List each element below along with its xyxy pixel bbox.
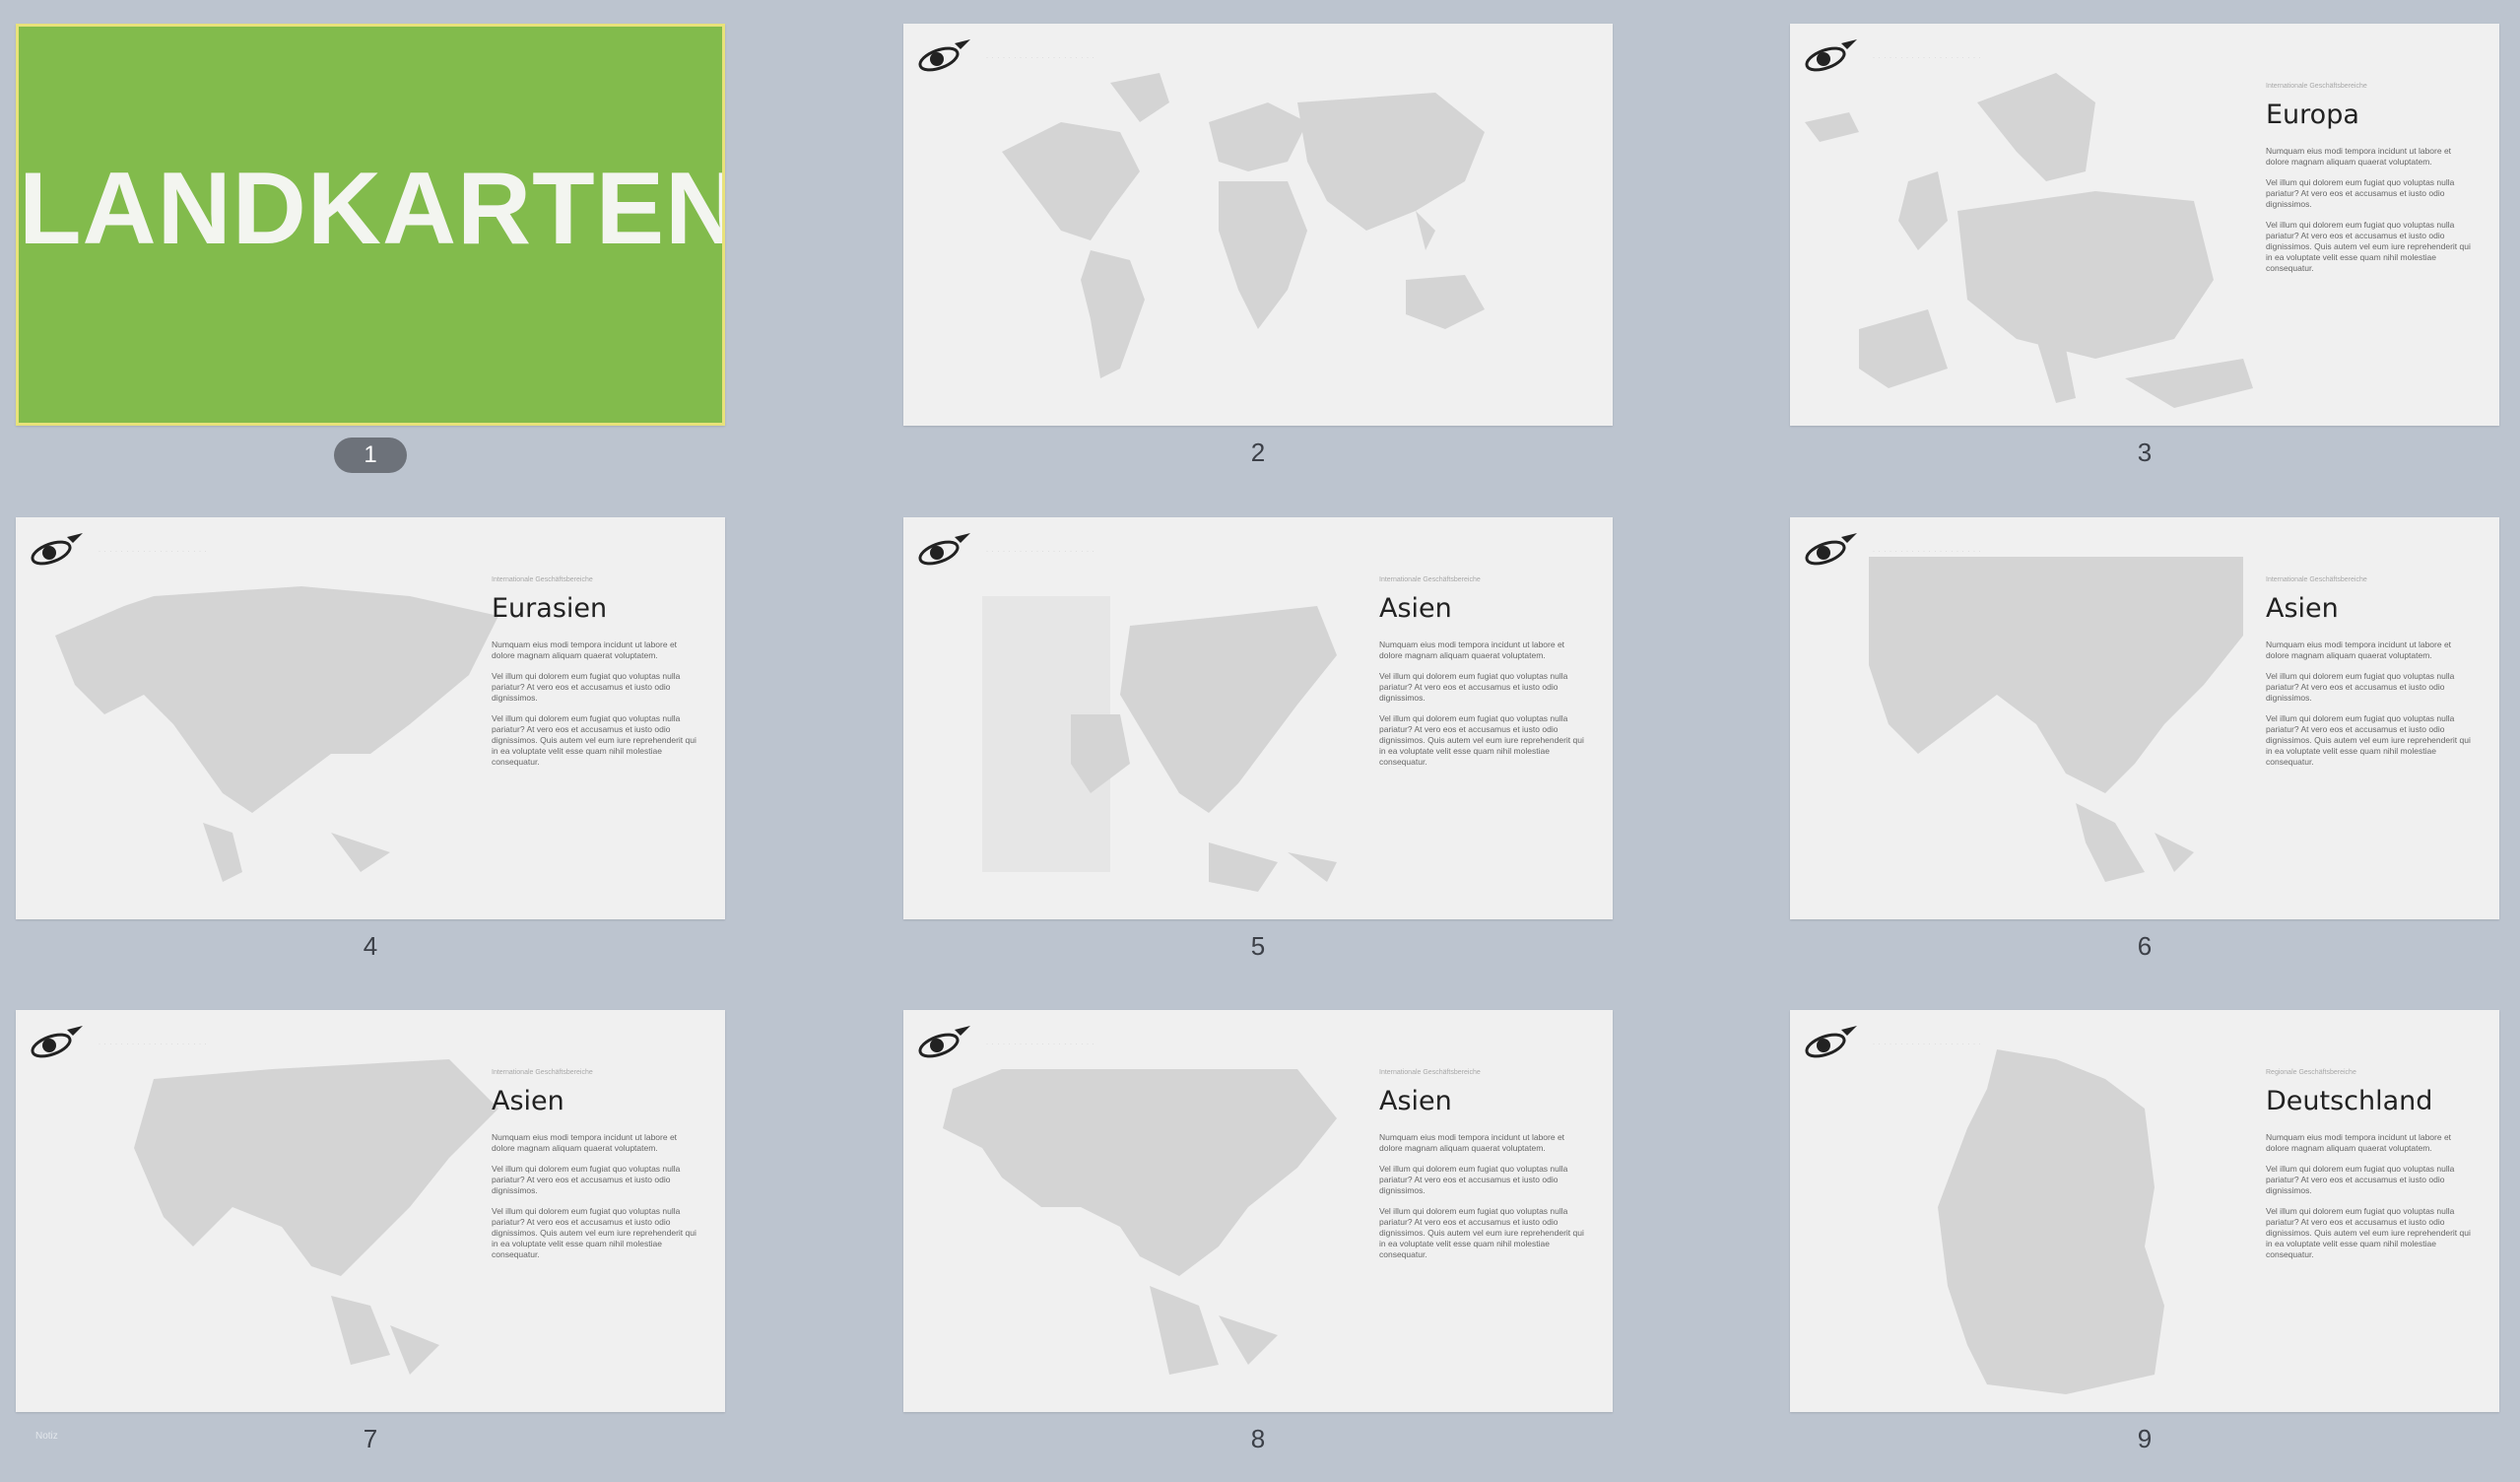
body-paragraph: Vel illum qui dolorem eum fugiat quo vol…: [1379, 1206, 1584, 1259]
eurasia-map-icon: [55, 586, 498, 882]
tagline: · · · · · · · · · · · · · · · · · · · ·: [1873, 55, 1982, 61]
slide-text-block: Internationale Geschäftsbereiche Asien N…: [1379, 576, 1586, 777]
body-paragraph: Numquam eius modi tempora incidunt ut la…: [492, 640, 678, 660]
slide-number: 7: [363, 1424, 378, 1453]
body-paragraph: Numquam eius modi tempora incidunt ut la…: [2266, 640, 2452, 660]
kicker-label: Internationale Geschäftsbereiche: [2266, 83, 2367, 90]
logo-icon: [918, 39, 970, 72]
slide-number-badge: 1: [16, 438, 725, 473]
body-paragraph: Vel illum qui dolorem eum fugiat quo vol…: [2266, 1164, 2455, 1195]
body-paragraph: Vel illum qui dolorem eum fugiat quo vol…: [1379, 1164, 1568, 1195]
logo-icon: [31, 1026, 83, 1058]
body-paragraph: Numquam eius modi tempora incidunt ut la…: [2266, 1132, 2452, 1153]
slide-heading: Deutschland: [2266, 1086, 2433, 1116]
body-paragraph: Vel illum qui dolorem eum fugiat quo vol…: [2266, 671, 2455, 703]
germany-map-icon: [1938, 1049, 2164, 1394]
slide-thumbnail-3[interactable]: · · · · · · · · · · · · · · · · · · · · …: [1790, 24, 2499, 426]
slide-number: 9: [2137, 1424, 2153, 1453]
slide-text-block: Regionale Geschäftsbereiche Deutschland …: [2266, 1069, 2473, 1270]
body-paragraph: Vel illum qui dolorem eum fugiat quo vol…: [2266, 177, 2455, 209]
slide-heading: Asien: [1379, 1086, 1452, 1116]
body-paragraph: Vel illum qui dolorem eum fugiat quo vol…: [492, 1164, 681, 1195]
slide-number: 8: [1250, 1424, 1266, 1453]
slide-text-block: Internationale Geschäftsbereiche Asien N…: [492, 1069, 698, 1270]
slide-text-block: Internationale Geschäftsbereiche Asien N…: [2266, 576, 2473, 777]
slide-heading: Asien: [2266, 593, 2339, 624]
tagline: · · · · · · · · · · · · · · · · · · · ·: [986, 1042, 1095, 1047]
slide-thumbnail-9[interactable]: · · · · · · · · · · · · · · · · · · · · …: [1790, 1010, 2499, 1412]
kicker-label: Internationale Geschäftsbereiche: [2266, 576, 2367, 583]
world-map-icon: [1002, 73, 1485, 378]
slide-text-block: Internationale Geschäftsbereiche Europa …: [2266, 83, 2473, 284]
logo-icon: [918, 533, 970, 566]
slide-thumbnail-7[interactable]: · · · · · · · · · · · · · · · · · · · · …: [16, 1010, 725, 1412]
slide-text-block: Internationale Geschäftsbereiche Asien N…: [1379, 1069, 1586, 1270]
footer-note: Notiz: [35, 1431, 58, 1442]
kicker-label: Internationale Geschäftsbereiche: [1379, 1069, 1481, 1076]
tagline: · · · · · · · · · · · · · · · · · · · ·: [986, 55, 1095, 61]
slide-grid: LANDKARTEN 1 · · · · · · · · · · · · · ·…: [0, 0, 2520, 1482]
slide-heading: Asien: [1379, 593, 1452, 624]
tagline: · · · · · · · · · · · · · · · · · · · ·: [1873, 1042, 1982, 1047]
asia-map-icon: [1869, 557, 2243, 882]
slide-title: LANDKARTEN: [19, 152, 725, 266]
slide-thumbnail-2[interactable]: · · · · · · · · · · · · · · · · · · · ·: [903, 24, 1613, 426]
kicker-label: Internationale Geschäftsbereiche: [1379, 576, 1481, 583]
slide-number: 2: [1250, 438, 1266, 467]
body-paragraph: Vel illum qui dolorem eum fugiat quo vol…: [492, 1206, 696, 1259]
slide-number: 3: [2137, 438, 2153, 467]
tagline: · · · · · · · · · · · · · · · · · · · ·: [1873, 549, 1982, 555]
slide-thumbnail-4[interactable]: · · · · · · · · · · · · · · · · · · · · …: [16, 517, 725, 919]
tagline: · · · · · · · · · · · · · · · · · · · ·: [986, 549, 1095, 555]
body-paragraph: Numquam eius modi tempora incidunt ut la…: [492, 1132, 678, 1153]
tagline: · · · · · · · · · · · · · · · · · · · ·: [99, 549, 208, 555]
body-paragraph: Vel illum qui dolorem eum fugiat quo vol…: [1379, 671, 1568, 703]
body-paragraph: Vel illum qui dolorem eum fugiat quo vol…: [2266, 713, 2471, 767]
body-paragraph: Vel illum qui dolorem eum fugiat quo vol…: [492, 713, 696, 767]
slide-heading: Europa: [2266, 100, 2359, 130]
body-paragraph: Numquam eius modi tempora incidunt ut la…: [1379, 1132, 1565, 1153]
slide-text-block: Internationale Geschäftsbereiche Eurasie…: [492, 576, 698, 777]
slide-thumbnail-6[interactable]: · · · · · · · · · · · · · · · · · · · · …: [1790, 517, 2499, 919]
slide-thumbnail-1[interactable]: LANDKARTEN: [16, 24, 725, 426]
slide-thumbnail-8[interactable]: · · · · · · · · · · · · · · · · · · · · …: [903, 1010, 1613, 1412]
kicker-label: Internationale Geschäftsbereiche: [492, 1069, 593, 1076]
kicker-label: Regionale Geschäftsbereiche: [2266, 1069, 2356, 1076]
asia-map-icon: [982, 596, 1337, 892]
slide-thumbnail-5[interactable]: · · · · · · · · · · · · · · · · · · · · …: [903, 517, 1613, 919]
asia-map-icon: [134, 1059, 498, 1375]
asia-map-icon: [943, 1069, 1337, 1375]
slide-heading: Asien: [492, 1086, 564, 1116]
slide-number: 5: [1250, 931, 1266, 961]
slide-heading: Eurasien: [492, 593, 608, 624]
body-paragraph: Vel illum qui dolorem eum fugiat quo vol…: [2266, 1206, 2471, 1259]
slide-number: 6: [2137, 931, 2153, 961]
europe-map-icon: [1805, 73, 2253, 408]
body-paragraph: Vel illum qui dolorem eum fugiat quo vol…: [1379, 713, 1584, 767]
body-paragraph: Vel illum qui dolorem eum fugiat quo vol…: [2266, 220, 2471, 273]
kicker-label: Internationale Geschäftsbereiche: [492, 576, 593, 583]
body-paragraph: Vel illum qui dolorem eum fugiat quo vol…: [492, 671, 681, 703]
body-paragraph: Numquam eius modi tempora incidunt ut la…: [2266, 146, 2452, 167]
body-paragraph: Numquam eius modi tempora incidunt ut la…: [1379, 640, 1565, 660]
tagline: · · · · · · · · · · · · · · · · · · · ·: [99, 1042, 208, 1047]
logo-icon: [1805, 1026, 1857, 1058]
slide-number: 4: [363, 931, 378, 961]
